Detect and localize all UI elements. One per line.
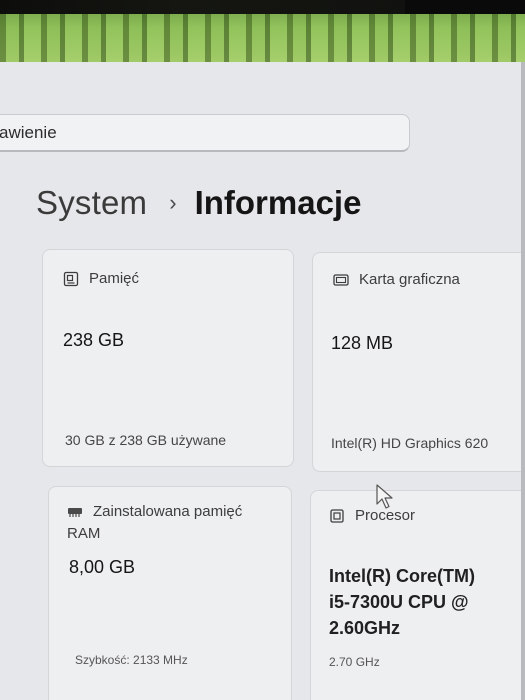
- ram-card-header: Zainstalowana pamięć RAM: [67, 501, 242, 545]
- screen: awienie System › Informacje Pamięć 238 G…: [0, 0, 525, 700]
- breadcrumb-system-link[interactable]: System: [36, 184, 147, 222]
- search-input-text[interactable]: awienie: [0, 123, 57, 143]
- ram-icon: [67, 504, 83, 520]
- ram-card-label-line2: RAM: [67, 525, 101, 542]
- display-adapter-icon: [333, 272, 349, 288]
- breadcrumb: System › Informacje: [36, 180, 361, 226]
- screen-edge: [521, 62, 525, 700]
- storage-card[interactable]: Pamięć 238 GB 30 GB z 238 GB używane: [42, 249, 294, 467]
- storage-usage-text: 30 GB z 238 GB używane: [65, 432, 227, 448]
- processor-speed-text: 2.70 GHz: [329, 655, 380, 669]
- ram-card-label-line1: Zainstalowana pamięć: [93, 503, 243, 520]
- graphics-card-card[interactable]: Karta graficzna 128 MB Intel(R) HD Graph…: [312, 252, 525, 472]
- bezel-corner: [405, 0, 525, 14]
- graphics-memory-value: 128 MB: [331, 333, 394, 353]
- storage-card-label: Pamięć: [89, 270, 140, 287]
- graphics-card-header: Karta graficzna: [333, 269, 460, 291]
- settings-window: awienie System › Informacje Pamięć 238 G…: [0, 62, 525, 700]
- storage-icon: [63, 271, 79, 287]
- processor-name-line1: Intel(R) Core(TM): [329, 566, 475, 586]
- graphics-card-label: Karta graficzna: [359, 271, 460, 288]
- ram-card-label: Zainstalowana pamięć RAM: [67, 501, 243, 545]
- page-title: Informacje: [194, 184, 362, 221]
- processor-name-line3: 2.60GHz: [329, 618, 401, 638]
- top-bezel: [0, 0, 525, 14]
- storage-card-header: Pamięć: [63, 268, 139, 290]
- mouse-cursor-icon: [376, 484, 393, 509]
- ram-card[interactable]: Zainstalowana pamięć RAM 8,00 GB Szybkoś…: [48, 486, 292, 700]
- processor-name: Intel(R) Core(TM) i5-7300U CPU @ 2.60GHz: [329, 563, 475, 641]
- breadcrumb-separator: ›: [169, 190, 177, 215]
- processor-card[interactable]: Procesor Intel(R) Core(TM) i5-7300U CPU …: [310, 490, 525, 700]
- storage-total-value: 238 GB: [63, 330, 125, 350]
- graphics-adapter-name: Intel(R) HD Graphics 620: [331, 435, 489, 451]
- processor-icon: [329, 508, 345, 524]
- processor-card-header: Procesor: [329, 505, 415, 527]
- ram-speed-text: Szybkość: 2133 MHz: [75, 653, 188, 667]
- processor-name-line2: i5-7300U CPU @: [329, 592, 469, 612]
- search-input[interactable]: awienie: [0, 114, 410, 152]
- ram-installed-value: 8,00 GB: [69, 557, 136, 577]
